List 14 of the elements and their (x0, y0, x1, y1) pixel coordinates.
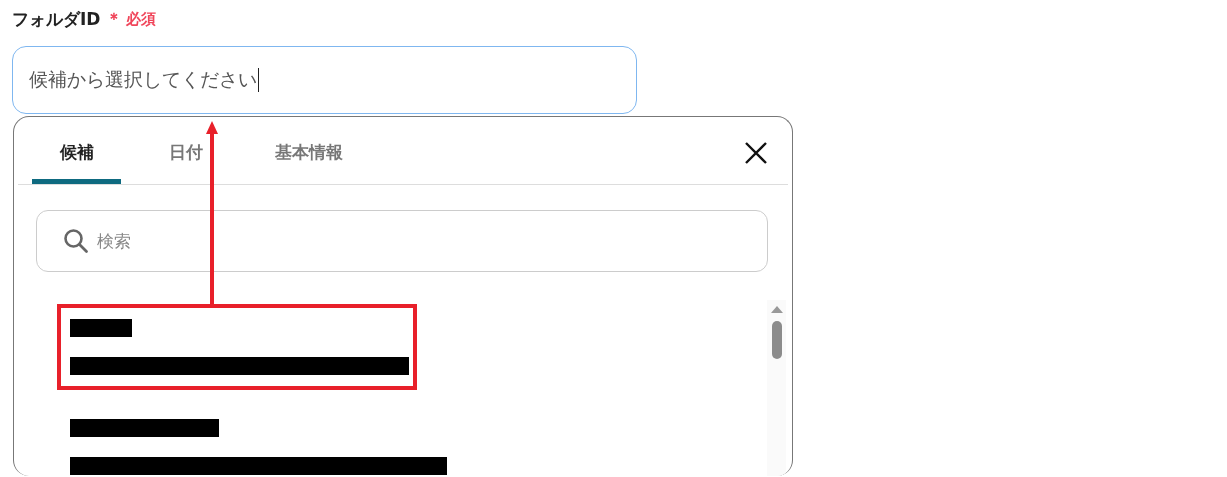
scroll-up-arrow[interactable] (770, 306, 783, 313)
tab[interactable]: 候補 (32, 117, 121, 184)
tab[interactable]: 基本情報 (250, 117, 368, 184)
required-text: 必須 (126, 9, 157, 29)
required-mark: ＊ (106, 8, 123, 30)
tab[interactable]: 日付 (141, 117, 230, 184)
field-label: フォルダID (12, 7, 101, 31)
search-field[interactable]: 検索 (36, 210, 768, 272)
scroll-thumb[interactable] (771, 321, 782, 359)
input-field[interactable]: 候補から選択してください (12, 46, 637, 114)
scrollbar[interactable] (767, 300, 786, 476)
redaction-bar (70, 319, 132, 337)
search-icon (63, 228, 89, 254)
close-icon (744, 141, 768, 165)
